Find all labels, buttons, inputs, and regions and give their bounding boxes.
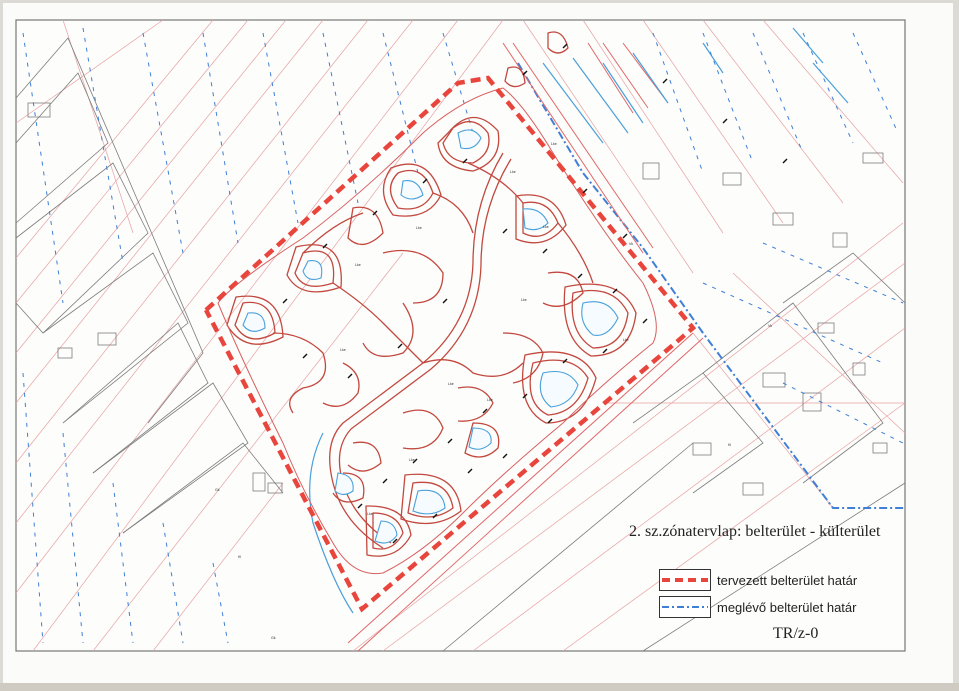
- legend-item-existing: meglévő belterület határ: [659, 595, 856, 619]
- map-title: 2. sz.zónatervlap: belterület - külterül…: [629, 523, 881, 540]
- map-label: Kl: [728, 443, 731, 447]
- map-label: Lke: [448, 382, 454, 386]
- map-label: Gk: [215, 488, 220, 492]
- sheet-code: TR/z-0: [773, 625, 819, 642]
- map-label: Gk: [271, 636, 276, 640]
- scan-edge: [0, 683, 959, 691]
- page-background: Lke Lke Lke Lke Lke Lke Lke Lke Lke Lke …: [0, 0, 959, 691]
- map-label: Lke: [367, 512, 373, 516]
- map-label: Lke: [623, 338, 629, 342]
- legend-label: meglévő belterület határ: [717, 599, 857, 615]
- planned-boundary-swatch: [659, 569, 711, 591]
- map-label: Lke: [543, 225, 549, 229]
- map-label: Vk: [629, 242, 633, 246]
- map-label: Lke: [340, 348, 346, 352]
- map-label: Vk: [768, 324, 772, 328]
- existing-boundary-swatch: [659, 596, 711, 618]
- map-label: Lke: [416, 226, 422, 230]
- map-label: Lke: [551, 142, 557, 146]
- map-label: Lke: [355, 263, 361, 267]
- map-sheet: Lke Lke Lke Lke Lke Lke Lke Lke Lke Lke …: [3, 3, 953, 683]
- legend-item-planned: tervezett belterület határ: [659, 568, 857, 592]
- map-label: Kl: [238, 555, 241, 559]
- legend-label: tervezett belterület határ: [717, 572, 858, 588]
- map-label: Lke: [409, 458, 415, 462]
- map-label: Lke: [487, 398, 493, 402]
- map-label: Lke: [521, 298, 527, 302]
- map-label: Lke: [510, 170, 516, 174]
